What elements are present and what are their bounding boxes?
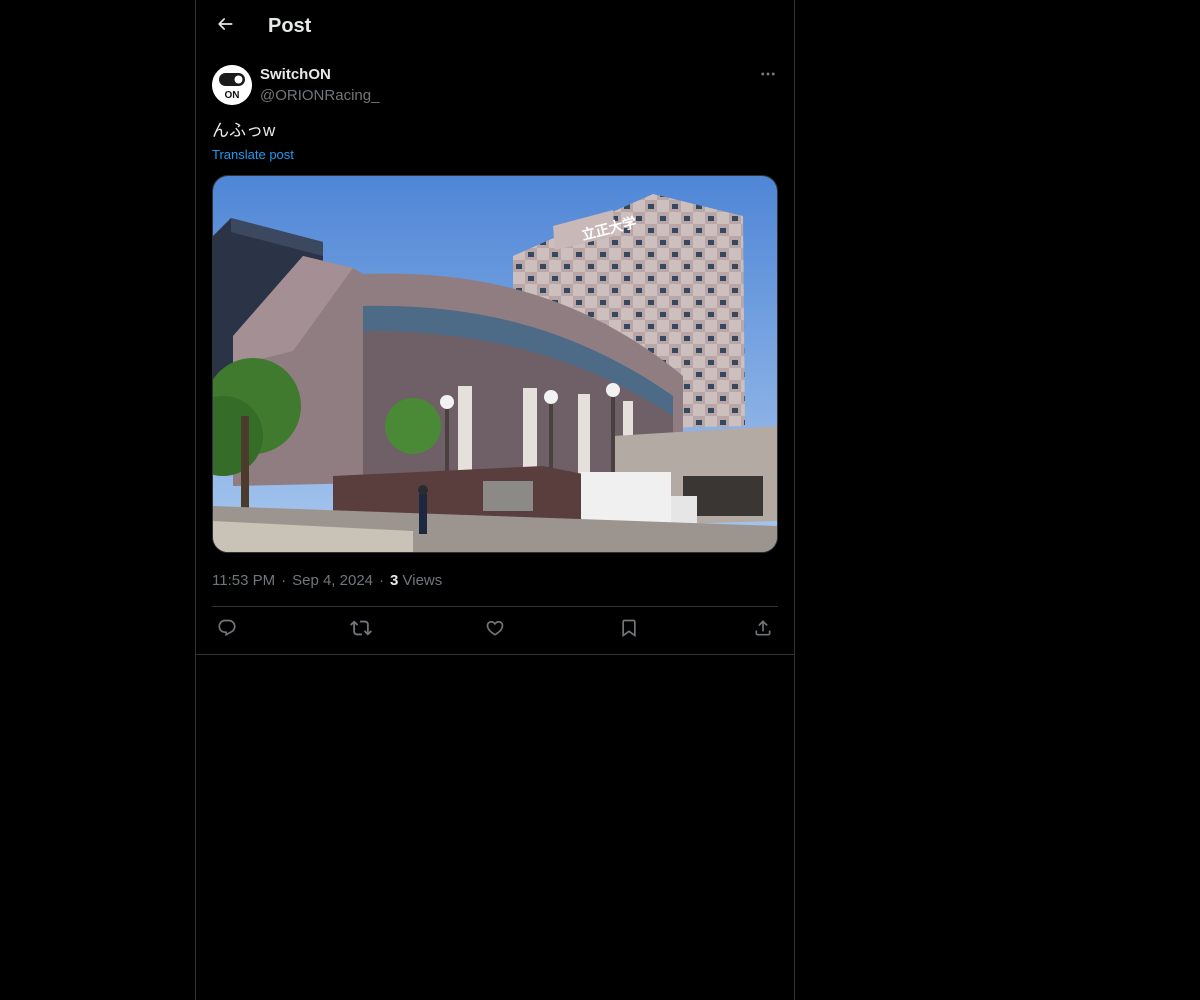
more-horizontal-icon [759,65,777,88]
post-date[interactable]: Sep 4, 2024 [292,572,373,589]
bookmark-icon [619,618,639,643]
avatar-logo-text: ON [225,90,240,101]
like-button[interactable] [480,617,510,643]
author-handle[interactable]: @ORIONRacing_ [260,87,379,105]
meta-separator: · [281,572,287,589]
back-button[interactable] [208,9,242,43]
share-icon [753,618,773,643]
action-bar [212,617,778,643]
repost-icon [350,617,372,644]
page-header: Post [196,0,794,53]
reply-button[interactable] [212,617,242,643]
post-bottom-border [196,654,794,655]
heart-icon [485,618,505,643]
post-text: んふっw [212,121,276,140]
share-button[interactable] [748,617,778,643]
more-options-button[interactable] [758,66,778,86]
reply-icon [217,618,237,643]
post-meta: 11:53 PM · Sep 4, 2024 · 3 Views [212,571,442,591]
page-title: Post [268,15,312,37]
translate-post-link[interactable]: Translate post [212,146,294,164]
views-count: 3 [390,572,399,589]
post-time[interactable]: 11:53 PM [212,572,275,589]
author-name[interactable]: SwitchON [260,66,331,84]
repost-button[interactable] [346,617,376,643]
bookmark-button[interactable] [614,617,644,643]
avatar[interactable]: ON [212,65,252,105]
post-photo[interactable]: 立正大学 [212,175,778,553]
views-label: Views [402,572,443,589]
arrow-left-icon [215,14,235,39]
meta-separator: · [379,572,384,589]
main-column: Post ON SwitchON @ORIONRacing_ んふっw Tran… [195,0,795,1000]
divider [212,606,778,607]
